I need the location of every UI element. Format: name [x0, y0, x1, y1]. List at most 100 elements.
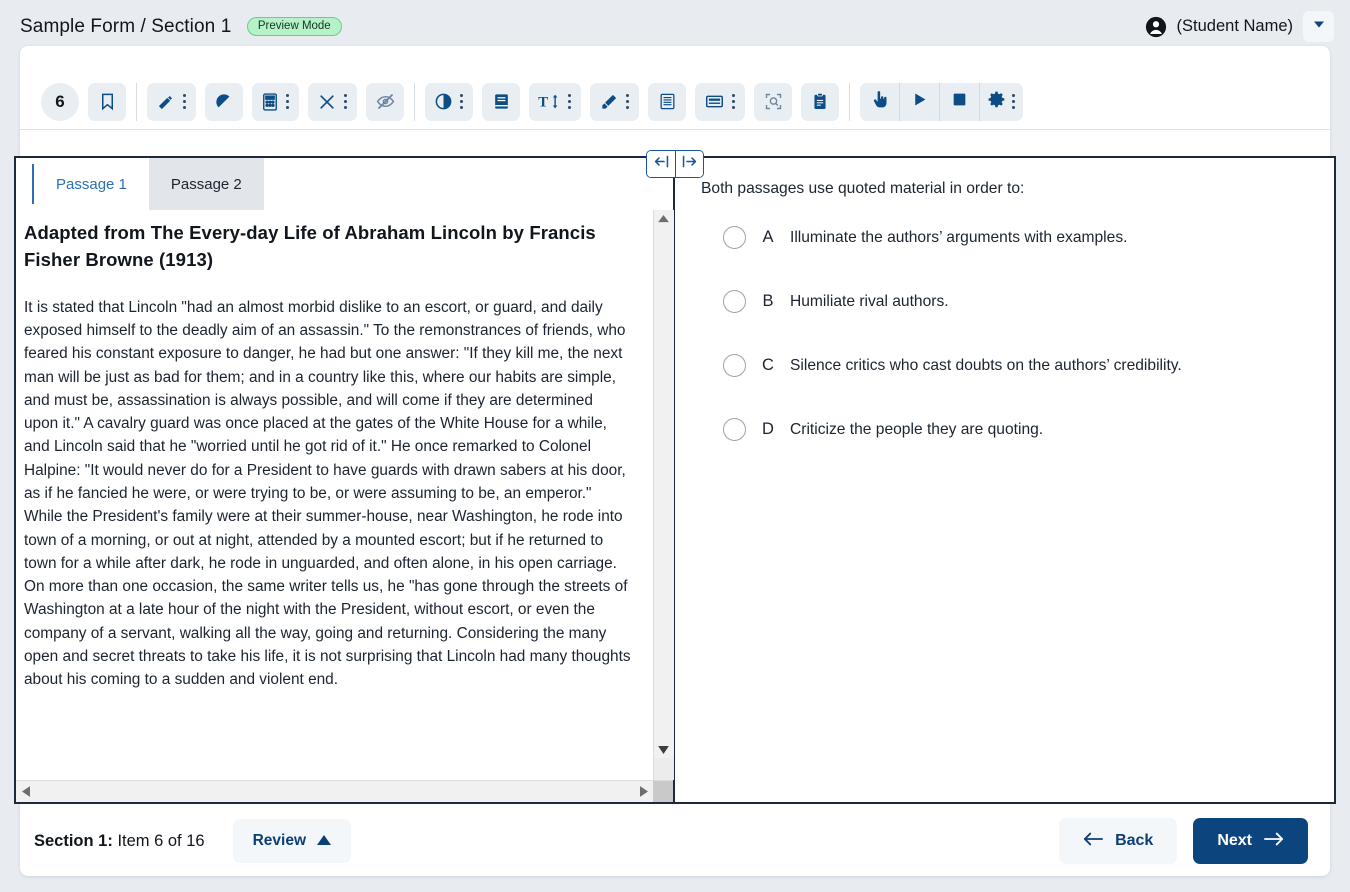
toolbar-group-item: 6 — [32, 82, 137, 121]
chevron-down-icon — [1311, 16, 1327, 37]
user-menu-button[interactable] — [1303, 11, 1334, 42]
tab-passage-2[interactable]: Passage 2 — [148, 158, 264, 210]
passage-scroll-area: Adapted from The Every-day Life of Abrah… — [16, 210, 674, 780]
scrollbar-corner-bottom — [653, 781, 673, 802]
contrast-tool[interactable] — [425, 82, 473, 121]
choice-option-d[interactable]: D Criticize the people they are quoting. — [701, 418, 1308, 441]
collapse-right-button[interactable] — [675, 151, 703, 177]
highlighter-icon — [599, 92, 619, 112]
book-icon — [492, 92, 511, 111]
choice-option-c[interactable]: C Silence critics who cast doubts on the… — [701, 354, 1308, 377]
scroll-down-button[interactable] — [653, 741, 674, 758]
choice-letter-d: D — [762, 420, 774, 438]
radio-button-a[interactable] — [723, 226, 746, 249]
back-button-label: Back — [1115, 832, 1154, 849]
horizontal-scroll-track[interactable] — [35, 781, 634, 802]
account-circle-icon — [1145, 16, 1167, 38]
scroll-up-button[interactable] — [653, 210, 674, 227]
next-button[interactable]: Next — [1193, 818, 1308, 864]
protractor-tool[interactable] — [205, 82, 243, 121]
protractor-icon — [214, 92, 234, 112]
choice-option-b[interactable]: B Humiliate rival authors. — [701, 290, 1308, 313]
calculator-tool[interactable] — [252, 82, 299, 121]
toolbar-group-audio — [850, 82, 1033, 121]
play-audio-button[interactable] — [900, 82, 940, 121]
contrast-icon — [434, 92, 453, 111]
bookmark-button[interactable] — [88, 82, 126, 121]
audio-controls — [860, 82, 1023, 121]
choice-option-a[interactable]: A Illuminate the authors’ arguments with… — [701, 226, 1308, 249]
text-size-options-icon[interactable] — [563, 92, 575, 112]
header-user-area: (Student Name) — [1145, 11, 1334, 42]
arrow-to-right-bar-icon — [681, 154, 698, 174]
contrast-options-icon[interactable] — [455, 92, 467, 112]
text-size-icon: T — [538, 92, 561, 111]
radio-button-b[interactable] — [723, 290, 746, 313]
radio-button-d[interactable] — [723, 418, 746, 441]
navigation-buttons: Back Next — [1059, 818, 1308, 864]
tool-toolbar: 6 T — [20, 74, 1330, 130]
passage-vertical-scrollbar[interactable] — [653, 210, 674, 780]
masking-tool[interactable] — [366, 82, 404, 121]
triangle-up-icon — [317, 832, 331, 850]
passage-body: It is stated that Lincoln "had an almost… — [24, 298, 631, 689]
choice-text-a: Illuminate the authors’ arguments with e… — [790, 228, 1128, 246]
cross-off-icon — [317, 92, 337, 112]
choice-letter-c: C — [762, 356, 774, 374]
zoom-window-tool[interactable] — [695, 82, 745, 121]
answer-eliminator-tool[interactable] — [308, 82, 357, 121]
page-title: Sample Form / Section 1 Preview Mode — [20, 16, 342, 38]
passage-pane: Passage 1 Passage 2 Adapted from The Eve… — [14, 158, 675, 802]
notepad-tool[interactable] — [801, 82, 839, 121]
scrollbar-corner — [653, 758, 674, 780]
arrow-to-left-bar-icon — [653, 154, 670, 174]
ruler-tool[interactable] — [147, 82, 196, 121]
lines-icon — [658, 92, 677, 111]
vertical-scroll-track[interactable] — [653, 227, 674, 741]
radio-button-c[interactable] — [723, 354, 746, 377]
scroll-left-button[interactable] — [16, 781, 35, 802]
arrow-right-icon — [1264, 831, 1284, 852]
audio-settings-button[interactable] — [980, 83, 1023, 121]
stop-audio-button[interactable] — [940, 82, 980, 121]
collapse-left-button[interactable] — [647, 151, 675, 177]
back-button[interactable]: Back — [1059, 818, 1178, 864]
question-stem: Both passages use quoted material in ord… — [701, 180, 1025, 197]
pointer-tool[interactable] — [860, 82, 900, 121]
hand-pointer-icon — [871, 90, 889, 114]
review-button-label: Review — [252, 832, 306, 849]
choice-text-b: Humiliate rival authors. — [790, 292, 949, 310]
gear-icon — [987, 90, 1006, 114]
content-panes: Passage 1 Passage 2 Adapted from The Eve… — [14, 156, 1336, 804]
eye-slash-icon — [375, 91, 396, 112]
clipboard-icon — [811, 92, 829, 111]
ruler-options-icon[interactable] — [178, 92, 190, 112]
bookmark-icon — [98, 92, 117, 111]
zoom-window-options-icon[interactable] — [727, 92, 739, 112]
text-size-tool[interactable]: T — [529, 82, 581, 121]
choice-letter-b: B — [762, 292, 774, 310]
svg-text:T: T — [538, 95, 548, 111]
calculator-options-icon[interactable] — [281, 92, 293, 112]
arrow-left-icon — [1083, 831, 1104, 852]
toolbar-group-display: T — [415, 82, 850, 121]
passage-horizontal-scrollbar[interactable] — [16, 780, 673, 802]
magnifier-window-icon — [704, 92, 725, 111]
question-pane: Both passages use quoted material in ord… — [675, 158, 1336, 802]
form-section-title: Sample Form / Section 1 — [20, 15, 232, 37]
toolbar-group-tools — [137, 82, 415, 121]
highlighter-tool[interactable] — [590, 82, 639, 121]
audio-settings-options-icon[interactable] — [1007, 92, 1019, 112]
choice-text-d: Criticize the people they are quoting. — [790, 420, 1044, 438]
magnify-region-tool[interactable] — [754, 82, 792, 121]
highlighter-options-icon[interactable] — [621, 92, 633, 112]
line-reader-tool[interactable] — [648, 82, 686, 121]
tab-passage-1[interactable]: Passage 1 — [34, 158, 149, 210]
scroll-right-button[interactable] — [634, 781, 653, 802]
pane-splitter-controls — [646, 150, 704, 178]
test-footer: Section 1: Item 6 of 16 Review Back Next — [20, 806, 1330, 876]
reference-book-tool[interactable] — [482, 82, 520, 121]
answer-eliminator-options-icon[interactable] — [339, 92, 351, 112]
review-button[interactable]: Review — [232, 819, 351, 863]
preview-mode-badge: Preview Mode — [246, 16, 342, 36]
